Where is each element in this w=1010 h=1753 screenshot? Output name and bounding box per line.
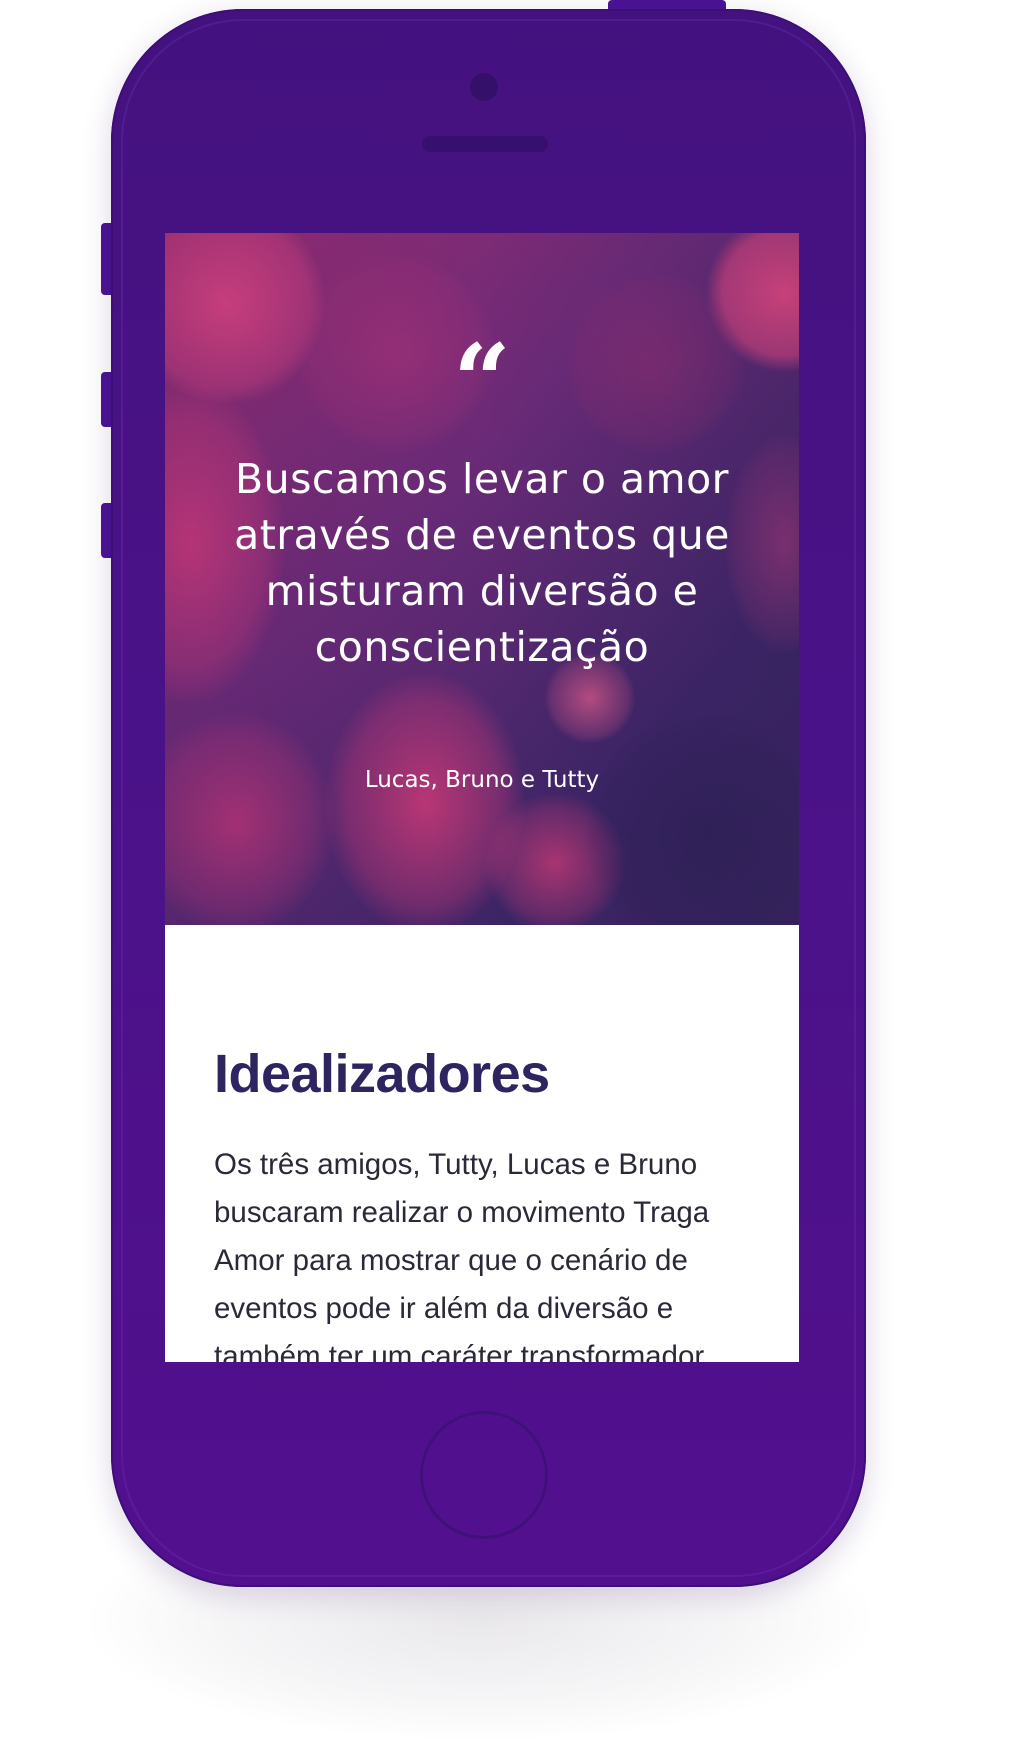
quote-hero: “ Buscamos levar o amor através de event… bbox=[165, 233, 799, 925]
home-button[interactable] bbox=[420, 1411, 548, 1539]
quote-author: Lucas, Bruno e Tutty bbox=[364, 767, 600, 793]
earpiece-speaker bbox=[422, 136, 548, 152]
quote-mark-icon: “ bbox=[453, 322, 511, 440]
section-title: Idealizadores bbox=[214, 1044, 550, 1104]
phone-screen: “ Buscamos levar o amor através de event… bbox=[165, 233, 799, 1362]
section-body: Os três amigos, Tutty, Lucas e Bruno bus… bbox=[214, 1148, 711, 1362]
device-mockup-stage: “ Buscamos levar o amor através de event… bbox=[0, 0, 1010, 1753]
front-camera bbox=[470, 73, 498, 101]
hero-quote: Buscamos levar o amor através de eventos… bbox=[234, 455, 730, 671]
idealizadores-section: Idealizadores Os três amigos, Tutty, Luc… bbox=[165, 925, 799, 1362]
